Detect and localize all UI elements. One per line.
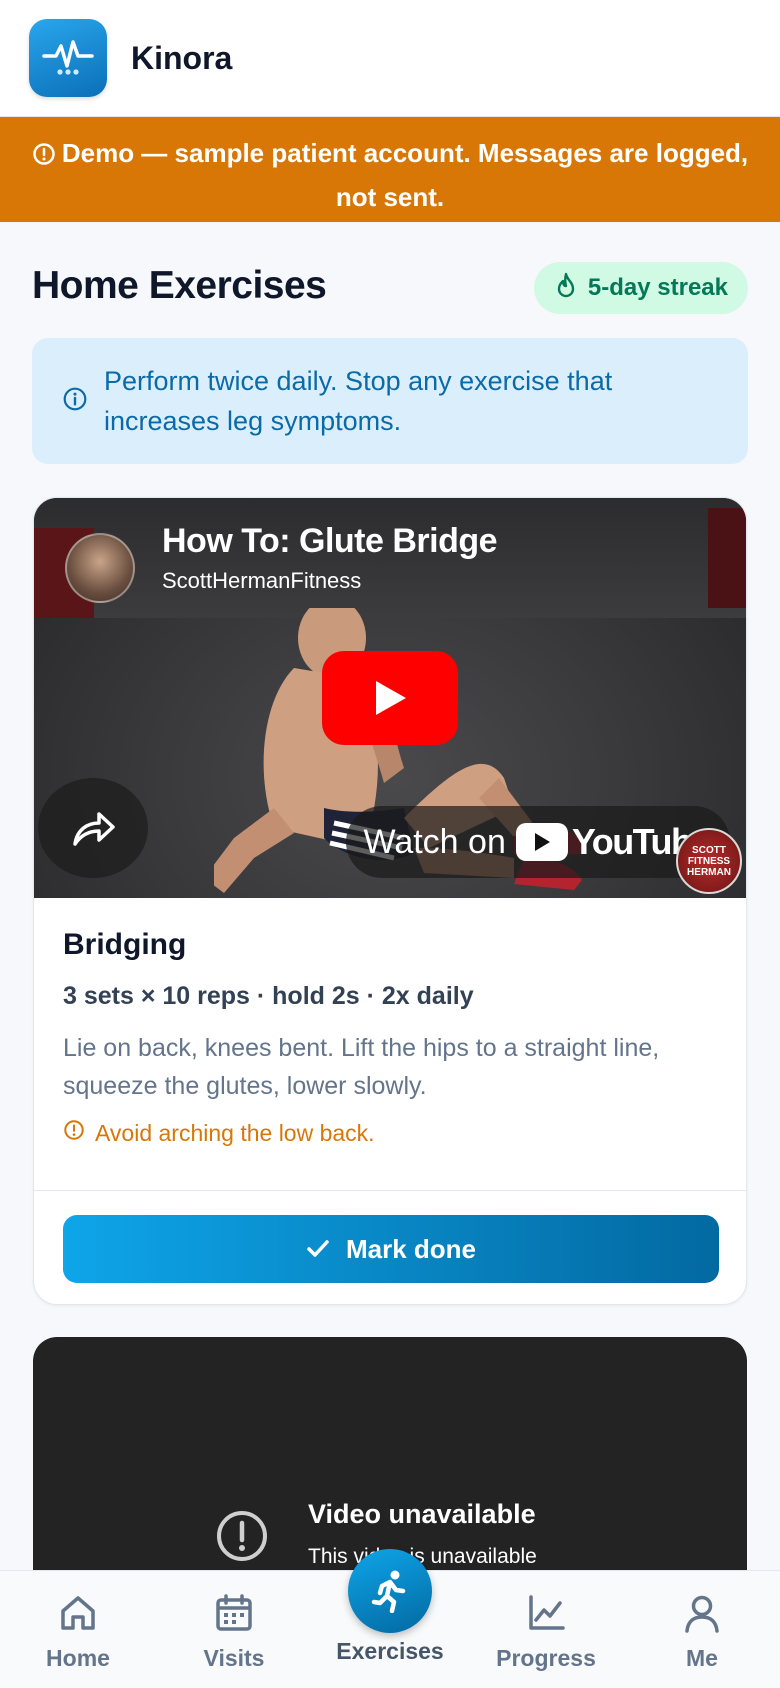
- nav-item-home[interactable]: Home: [8, 1571, 148, 1688]
- app-header: Kinora: [0, 0, 780, 117]
- calendar-icon: [216, 1594, 252, 1631]
- nav-item-exercises[interactable]: [348, 1549, 432, 1633]
- exercise-name: Bridging: [63, 928, 187, 961]
- play-icon: [376, 681, 406, 715]
- demo-banner: Demo — sample patient account. Messages …: [0, 117, 780, 222]
- info-text: Perform twice daily. Stop any exercise t…: [104, 366, 613, 436]
- watch-on-youtube-button[interactable]: Watch on YouTube: [345, 806, 730, 878]
- video-embed[interactable]: How To: Glute Bridge ScottHermanFitness …: [34, 498, 746, 898]
- card-divider: [34, 1190, 746, 1191]
- exercise-prescription: 3 sets × 10 reps · hold 2s · 2x daily: [63, 982, 474, 1010]
- running-icon: [371, 1570, 406, 1613]
- video-background-detail: [708, 508, 746, 608]
- alert-circle-icon: [63, 1119, 85, 1147]
- play-button[interactable]: [322, 651, 458, 745]
- nav-label-progress: Progress: [496, 1645, 596, 1671]
- exercise-warning: Avoid arching the low back.: [63, 1119, 717, 1147]
- app-logo-icon[interactable]: [29, 19, 107, 97]
- info-icon: [62, 386, 88, 417]
- home-icon: [61, 1596, 95, 1630]
- nav-label-visits: Visits: [203, 1645, 265, 1671]
- app-name: Kinora: [131, 39, 233, 76]
- nav-item-me[interactable]: Me: [632, 1571, 772, 1688]
- exercise-card: How To: Glute Bridge ScottHermanFitness …: [33, 497, 747, 1305]
- share-icon: [73, 812, 115, 846]
- video-channel-name[interactable]: ScottHermanFitness: [162, 568, 361, 594]
- bottom-navigation: Home Visits Exercises Progress Me: [0, 1549, 780, 1688]
- watch-on-label: Watch on: [363, 822, 506, 861]
- mark-done-label: Mark done: [345, 1233, 477, 1264]
- channel-watermark-logo: SCOTT FITNESS HERMAN: [676, 828, 742, 894]
- video-title[interactable]: How To: Glute Bridge: [162, 522, 498, 561]
- page-title: Home Exercises: [32, 264, 327, 307]
- nav-label-exercises[interactable]: Exercises: [320, 1638, 460, 1665]
- check-icon: [307, 1240, 329, 1257]
- nav-item-progress[interactable]: Progress: [476, 1571, 616, 1688]
- info-callout: Perform twice daily. Stop any exercise t…: [32, 338, 748, 464]
- channel-avatar[interactable]: [65, 533, 135, 603]
- nav-label-home: Home: [46, 1645, 110, 1671]
- exercise-warning-text: Avoid arching the low back.: [95, 1119, 375, 1146]
- streak-badge: 5-day streak: [533, 262, 748, 314]
- error-icon: [217, 1511, 267, 1561]
- mark-done-button[interactable]: Mark done: [63, 1215, 719, 1283]
- youtube-play-icon: [515, 823, 568, 861]
- video-unavailable-title: Video unavailable: [308, 1499, 536, 1529]
- demo-banner-text: Demo — sample patient account. Messages …: [61, 138, 749, 212]
- alert-circle-icon: [32, 137, 56, 177]
- chart-line-icon: [529, 1595, 565, 1630]
- user-icon: [685, 1595, 719, 1633]
- flame-icon: [556, 272, 576, 305]
- streak-label: 5-day streak: [587, 274, 728, 301]
- exercise-description: Lie on back, knees bent. Lift the hips t…: [63, 1034, 660, 1100]
- nav-item-visits[interactable]: Visits: [164, 1571, 304, 1688]
- share-button[interactable]: [38, 778, 148, 878]
- nav-label-me: Me: [686, 1645, 718, 1671]
